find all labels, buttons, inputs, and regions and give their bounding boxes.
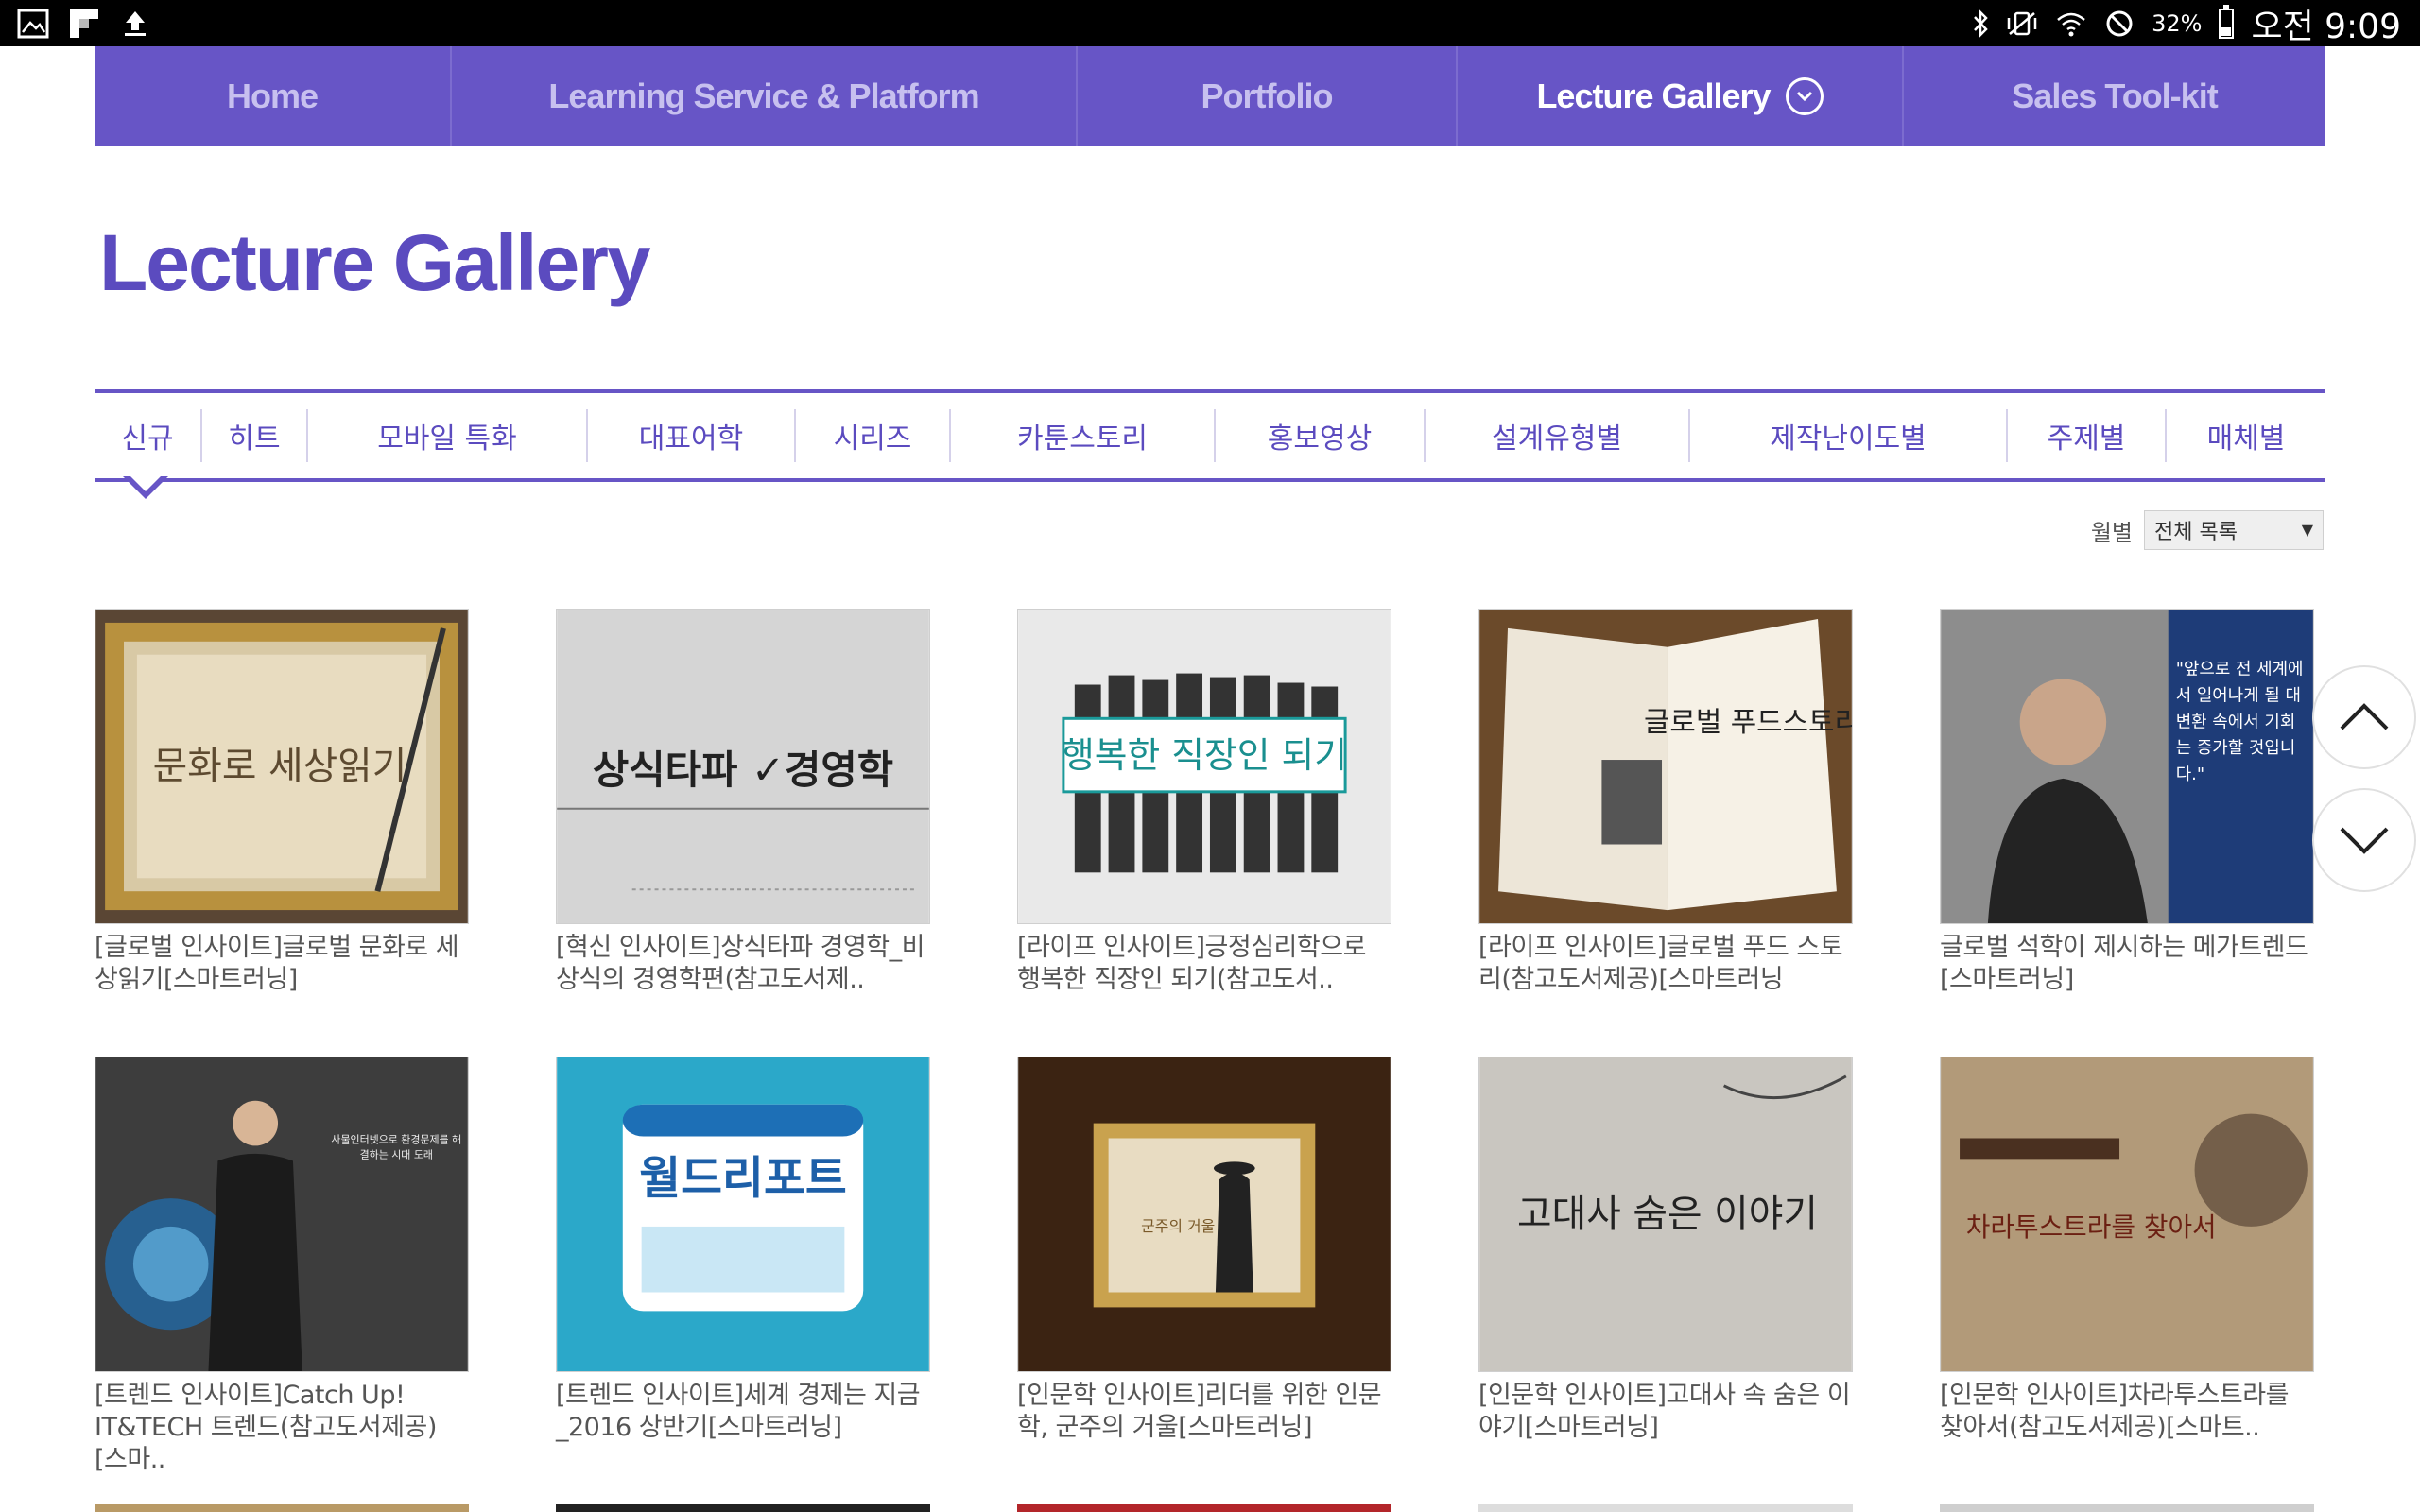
gallery-item[interactable]: 고대사 숨은 이야기 [인문학 인사이트]고대사 속 숨은 이야기[스마트러닝] <box>1478 1057 1853 1444</box>
image-icon <box>17 9 49 39</box>
nav-portfolio[interactable]: Portfolio <box>1078 46 1458 146</box>
thumbnail[interactable]: "앞으로 전 세계에서 일어나게 될 대변환 속에서 기회는 증가할 것입니다.… <box>1940 609 2314 924</box>
chevron-down-icon[interactable] <box>1785 77 1824 115</box>
tab-mobile[interactable]: 모바일 특화 <box>308 409 588 462</box>
scroll-up-button[interactable] <box>2312 665 2416 769</box>
tab-series[interactable]: 시리즈 <box>796 409 951 462</box>
thumbnail[interactable]: 차라투스트라를 찾아서 <box>1940 1057 2314 1372</box>
battery-icon <box>2219 4 2235 39</box>
card-caption[interactable]: [라이프 인사이트]긍정심리학으로 행복한 직장인 되기(참고도서.. <box>1017 932 1392 996</box>
thumbnail[interactable]: 월드리포트 <box>556 1057 930 1372</box>
battery-percent: 32% <box>2152 9 2203 37</box>
gallery-item[interactable]: 군주의 거울 [인문학 인사이트]리더를 위한 인문학, 군주의 거울[스마트러… <box>1017 1057 1392 1444</box>
wifi-icon <box>2057 12 2085 36</box>
top-nav: Home Learning Service & Platform Portfol… <box>95 46 2325 146</box>
card-caption[interactable]: [혁신 인사이트]상식타파 경영학_비상식의 경영학편(참고도서제.. <box>556 932 930 996</box>
gallery-item[interactable]: 사물인터넷으로 환경문제를 해결하는 시대 도래 [트렌드 인사이트]Catch… <box>95 1057 469 1476</box>
thumb-text: "앞으로 전 세계에서 일어나게 될 대변환 속에서 기회는 증가할 것입니다.… <box>2175 659 2304 784</box>
vibrate-icon <box>2007 11 2037 35</box>
card-caption[interactable]: [인문학 인사이트]차라투스트라를 찾아서(참고도서제공)[스마트.. <box>1940 1380 2314 1444</box>
tab-promo-video[interactable]: 홍보영상 <box>1216 409 1426 462</box>
month-filter: 월별 전체 목록 ▼ <box>2091 510 2324 550</box>
tab-new[interactable]: 신규 <box>95 409 202 462</box>
gallery-item[interactable]: 행복한 직장인 되기 [라이프 인사이트]긍정심리학으로 행복한 직장인 되기(… <box>1017 609 1392 996</box>
thumb-text: 상식타파 ✓경영학 <box>593 747 893 793</box>
tab-selected-indicator <box>123 474 168 499</box>
tab-topic[interactable]: 주제별 <box>2008 409 2167 462</box>
filter-label: 월별 <box>2090 519 2133 546</box>
gallery-item[interactable]: 차라투스트라를 찾아서 [인문학 인사이트]차라투스트라를 찾아서(참고도서제공… <box>1940 1057 2314 1444</box>
card-caption[interactable]: [인문학 인사이트]고대사 속 숨은 이야기[스마트러닝] <box>1478 1380 1853 1444</box>
thumbnail[interactable]: 고대사 숨은 이야기 <box>1478 1057 1853 1372</box>
tab-design-type[interactable]: 설계유형별 <box>1426 409 1690 462</box>
gallery-item[interactable]: 글로벌 푸드스토리 [라이프 인사이트]글로벌 푸드 스토리(참고도서제공)[스… <box>1478 609 1853 996</box>
upload-icon <box>125 11 146 36</box>
card-caption[interactable]: [트렌드 인사이트]Catch Up! IT&TECH 트렌드(참고도서제공)[… <box>95 1380 469 1476</box>
thumb-text: 차라투스트라를 찾아서 <box>1966 1211 2217 1243</box>
card-caption[interactable]: 글로벌 석학이 제시하는 메가트렌드[스마트러닝] <box>1940 932 2314 996</box>
thumb-text: 문화로 세상읽기 <box>153 745 407 788</box>
thumbnail[interactable]: 사물인터넷으로 환경문제를 해결하는 시대 도래 <box>95 1057 469 1372</box>
thumb-text: 글로벌 푸드스토리 <box>1644 706 1852 739</box>
blocked-icon <box>2106 10 2133 36</box>
nav-lecture-gallery[interactable]: Lecture Gallery <box>1458 46 1904 146</box>
thumbnail[interactable]: 글로벌 푸드스토리 <box>1478 609 1853 924</box>
month-select[interactable]: 전체 목록 ▼ <box>2144 510 2324 550</box>
tab-cartoon-story[interactable]: 카툰스토리 <box>951 409 1216 462</box>
next-row-peek <box>95 1504 2325 1512</box>
tab-language[interactable]: 대표어학 <box>588 409 796 462</box>
gallery-item[interactable]: 상식타파 ✓경영학 [혁신 인사이트]상식타파 경영학_비상식의 경영학편(참고… <box>556 609 930 996</box>
thumb-text: 월드리포트 <box>639 1153 846 1205</box>
gallery-item[interactable]: 문화로 세상읽기 [글로벌 인사이트]글로벌 문화로 세상읽기[스마트러닝] <box>95 609 469 996</box>
scroll-down-button[interactable] <box>2312 788 2416 892</box>
thumb-text: 사물인터넷으로 환경문제를 해결하는 시대 도래 <box>331 1133 462 1161</box>
nav-home[interactable]: Home <box>95 46 452 146</box>
tab-hit[interactable]: 히트 <box>202 409 308 462</box>
bluetooth-icon <box>1974 9 1988 38</box>
chevron-down-icon <box>2340 827 2389 854</box>
tab-difficulty[interactable]: 제작난이도별 <box>1690 409 2008 462</box>
page-title: Lecture Gallery <box>99 218 651 307</box>
thumb-text: 고대사 숨은 이야기 <box>1517 1193 1818 1236</box>
flipboard-icon <box>70 9 98 38</box>
gallery-item[interactable]: 월드리포트 [트렌드 인사이트]세계 경제는 지금_2016 상반기[스마트러닝… <box>556 1057 930 1444</box>
thumbnail[interactable]: 문화로 세상읽기 <box>95 609 469 924</box>
thumbnail[interactable]: 군주의 거울 <box>1017 1057 1392 1372</box>
card-caption[interactable]: [트렌드 인사이트]세계 경제는 지금_2016 상반기[스마트러닝] <box>556 1380 930 1444</box>
thumbnail[interactable]: 상식타파 ✓경영학 <box>556 609 930 924</box>
month-select-value: 전체 목록 <box>2154 521 2238 544</box>
category-tabs: 신규 히트 모바일 특화 대표어학 시리즈 카툰스토리 홍보영상 설계유형별 제… <box>95 389 2325 482</box>
tab-media[interactable]: 매체별 <box>2167 409 2325 462</box>
nav-sales-toolkit[interactable]: Sales Tool-kit <box>1904 46 2325 146</box>
thumb-text: 군주의 거울 <box>1141 1217 1215 1235</box>
nav-learning-service[interactable]: Learning Service & Platform <box>452 46 1078 146</box>
status-bar: 32% 오전 9:09 <box>0 0 2420 46</box>
gallery-item[interactable]: "앞으로 전 세계에서 일어나게 될 대변환 속에서 기회는 증가할 것입니다.… <box>1940 609 2314 996</box>
card-caption[interactable]: [라이프 인사이트]글로벌 푸드 스토리(참고도서제공)[스마트러닝 <box>1478 932 1853 996</box>
dropdown-arrow-icon: ▼ <box>2301 521 2313 539</box>
thumb-text: 행복한 직장인 되기 <box>1062 734 1347 776</box>
thumbnail[interactable]: 행복한 직장인 되기 <box>1017 609 1392 924</box>
chevron-up-icon <box>2340 703 2389 730</box>
clock: 오전 9:09 <box>2251 7 2401 46</box>
card-caption[interactable]: [글로벌 인사이트]글로벌 문화로 세상읽기[스마트러닝] <box>95 932 469 996</box>
card-caption[interactable]: [인문학 인사이트]리더를 위한 인문학, 군주의 거울[스마트러닝] <box>1017 1380 1392 1444</box>
